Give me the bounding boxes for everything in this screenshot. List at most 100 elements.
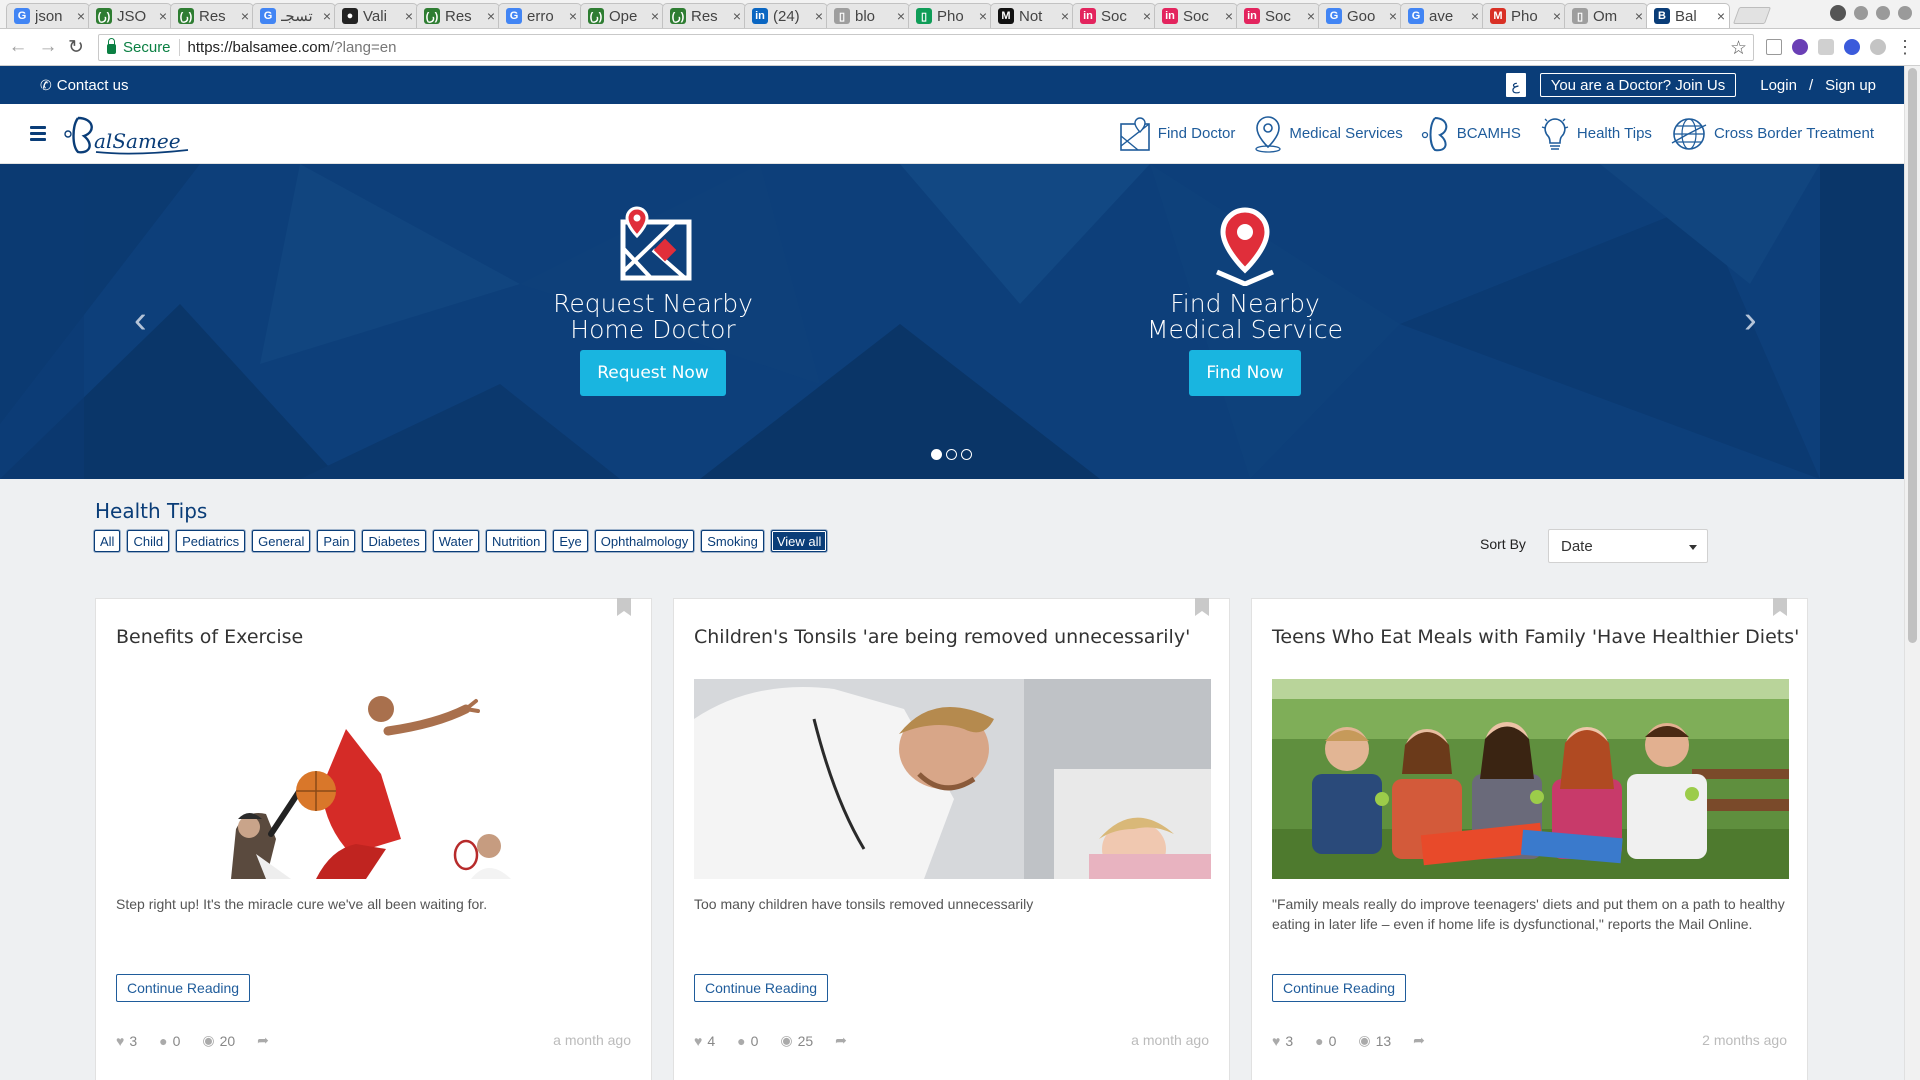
page-scrollbar[interactable] — [1904, 66, 1920, 1080]
filter-chip[interactable]: Eye — [553, 530, 588, 552]
browser-tab[interactable]: in Soc × — [1072, 3, 1156, 28]
close-tab-icon[interactable]: × — [733, 8, 741, 24]
browser-tab[interactable]: B Bal × — [1646, 3, 1730, 28]
browser-tab[interactable]: M Pho × — [1482, 3, 1566, 28]
close-tab-icon[interactable]: × — [241, 8, 249, 24]
filter-chip[interactable]: Ophthalmology — [594, 530, 695, 552]
bookmark-icon[interactable] — [617, 598, 631, 616]
likes-stat[interactable]: ♥ 3 — [116, 1033, 137, 1049]
close-tab-icon[interactable]: × — [979, 8, 987, 24]
extension-icon[interactable] — [1792, 39, 1808, 55]
close-tab-icon[interactable]: × — [1225, 8, 1233, 24]
article-title[interactable]: Teens Who Eat Meals with Family 'Have He… — [1272, 626, 1799, 648]
likes-stat[interactable]: ♥ 4 — [694, 1033, 715, 1049]
browser-tab[interactable]: ▯ blo × — [826, 3, 910, 28]
minimize-icon[interactable] — [1854, 6, 1868, 20]
account-icon[interactable] — [1830, 5, 1846, 21]
close-window-icon[interactable] — [1898, 6, 1912, 20]
extension-icon[interactable] — [1766, 39, 1782, 55]
browser-tab[interactable]: (ر) Ope × — [580, 3, 664, 28]
article-image-doctor-child[interactable] — [694, 679, 1211, 879]
comments-stat[interactable]: ● 0 — [1315, 1033, 1336, 1049]
browser-menu-icon[interactable]: ⋮ — [1896, 37, 1914, 58]
close-tab-icon[interactable]: × — [1635, 8, 1643, 24]
filter-chip[interactable]: Pediatrics — [176, 530, 246, 552]
find-now-button[interactable]: Find Now — [1189, 350, 1301, 396]
close-tab-icon[interactable]: × — [651, 8, 659, 24]
login-link[interactable]: Login — [1760, 77, 1797, 94]
share-stat[interactable]: ➦ — [257, 1032, 269, 1049]
balsamee-logo[interactable]: alSamee — [64, 112, 190, 156]
filter-chip[interactable]: Pain — [317, 530, 356, 552]
continue-reading-button[interactable]: Continue Reading — [1272, 974, 1407, 1002]
browser-tab[interactable]: in Soc × — [1236, 3, 1320, 28]
nav-find-doctor[interactable]: Find Doctor — [1118, 116, 1235, 152]
maximize-icon[interactable] — [1876, 6, 1890, 20]
carousel-dot[interactable] — [931, 449, 942, 460]
browser-tab[interactable]: in Soc × — [1154, 3, 1238, 28]
browser-tab[interactable]: Gjson × — [6, 3, 90, 28]
article-title[interactable]: Benefits of Exercise — [116, 626, 303, 648]
bookmark-icon[interactable] — [1773, 598, 1787, 616]
contact-us-link[interactable]: ✆ Contact us — [40, 77, 128, 94]
language-toggle-button[interactable]: ع — [1505, 73, 1526, 97]
filter-chip[interactable]: General — [252, 530, 311, 552]
comments-stat[interactable]: ● 0 — [737, 1033, 758, 1049]
sort-select[interactable]: Date — [1548, 529, 1708, 563]
carousel-prev-icon[interactable]: ‹ — [134, 301, 147, 339]
browser-tab[interactable]: (ر) JSO × — [88, 3, 172, 28]
filter-chip[interactable]: All — [94, 530, 121, 552]
nav-medical-services[interactable]: Medical Services — [1253, 115, 1403, 153]
close-tab-icon[interactable]: × — [815, 8, 823, 24]
share-stat[interactable]: ➦ — [835, 1032, 847, 1049]
article-image-exercise[interactable] — [116, 679, 633, 879]
close-tab-icon[interactable]: × — [405, 8, 413, 24]
close-tab-icon[interactable]: × — [159, 8, 167, 24]
close-tab-icon[interactable]: × — [77, 8, 85, 24]
filter-chip[interactable]: Child — [127, 530, 170, 552]
new-tab-button[interactable] — [1732, 7, 1772, 24]
request-now-button[interactable]: Request Now — [580, 350, 726, 396]
reload-button[interactable]: ↻ — [64, 35, 88, 59]
filter-chip[interactable]: View all — [770, 530, 828, 552]
filter-chip[interactable]: Water — [432, 530, 479, 552]
share-stat[interactable]: ➦ — [1413, 1032, 1425, 1049]
carousel-dot[interactable] — [946, 449, 957, 460]
browser-tab[interactable]: (ر) Res × — [416, 3, 500, 28]
close-tab-icon[interactable]: × — [487, 8, 495, 24]
close-tab-icon[interactable]: × — [1061, 8, 1069, 24]
browser-tab[interactable]: ▯ Om × — [1564, 3, 1648, 28]
close-tab-icon[interactable]: × — [897, 8, 905, 24]
address-bar[interactable]: Secure https://balsamee.com/?lang=en ☆ — [98, 33, 1754, 61]
extension-icon[interactable] — [1818, 39, 1834, 55]
close-tab-icon[interactable]: × — [1307, 8, 1315, 24]
browser-tab[interactable]: ▯ Pho × — [908, 3, 992, 28]
browser-tab[interactable]: ● Vali × — [334, 3, 418, 28]
signup-link[interactable]: Sign up — [1825, 77, 1876, 94]
extension-icon[interactable] — [1844, 39, 1860, 55]
comments-stat[interactable]: ● 0 — [159, 1033, 180, 1049]
browser-tab[interactable]: (ر) Res × — [170, 3, 254, 28]
browser-tab[interactable]: Gave × — [1400, 3, 1484, 28]
close-tab-icon[interactable]: × — [1717, 8, 1725, 24]
article-title[interactable]: Children's Tonsils 'are being removed un… — [694, 626, 1190, 648]
join-doctor-button[interactable]: You are a Doctor? Join Us — [1539, 73, 1737, 97]
continue-reading-button[interactable]: Continue Reading — [116, 974, 251, 1002]
browser-tab[interactable]: M Not × — [990, 3, 1074, 28]
bookmark-icon[interactable] — [1195, 598, 1209, 616]
browser-tab[interactable]: G Goo × — [1318, 3, 1402, 28]
filter-chip[interactable]: Diabetes — [362, 530, 426, 552]
close-tab-icon[interactable]: × — [1471, 8, 1479, 24]
filter-chip[interactable]: Smoking — [701, 530, 764, 552]
filter-chip[interactable]: Nutrition — [485, 530, 547, 552]
browser-tab[interactable]: in (24) × — [744, 3, 828, 28]
nav-health-tips[interactable]: Health Tips — [1539, 115, 1652, 153]
continue-reading-button[interactable]: Continue Reading — [694, 974, 829, 1002]
nav-bcamhs[interactable]: BCAMHS — [1421, 115, 1521, 153]
forward-button[interactable]: → — [36, 35, 60, 59]
close-tab-icon[interactable]: × — [323, 8, 331, 24]
extension-icon[interactable] — [1870, 39, 1886, 55]
article-image-teens-family[interactable] — [1272, 679, 1789, 879]
close-tab-icon[interactable]: × — [1389, 8, 1397, 24]
close-tab-icon[interactable]: × — [1553, 8, 1561, 24]
